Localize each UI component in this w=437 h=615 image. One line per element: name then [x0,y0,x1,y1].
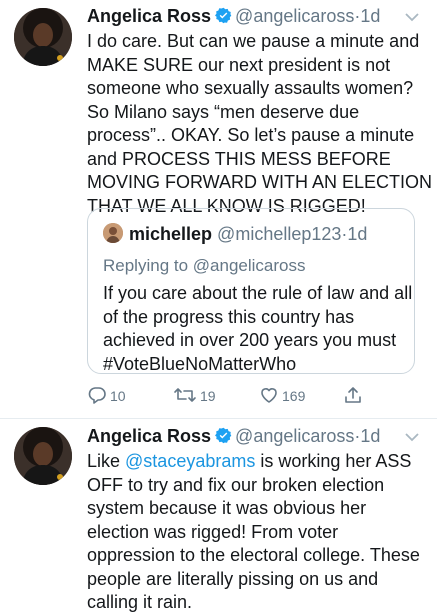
tweet-line: someone who sexually assaults women? [87,78,414,98]
tweet-line: oppression to the electoral college. The… [87,545,420,565]
chevron-down-icon[interactable] [403,428,421,446]
tweet-line: Like @staceyabrams is working her ASS [87,450,422,474]
avatar[interactable] [14,8,72,66]
tweet-2: Angelica Ross @angelicaross·1d Like @stac… [0,419,437,612]
avatar[interactable] [14,427,72,485]
retweet-count: 19 [200,388,216,404]
quoted-avatar [103,223,123,243]
quoted-author-handle[interactable]: @michellep123 [217,224,341,244]
like-count: 169 [282,388,306,404]
quoted-timestamp: 1d [347,224,368,244]
tweet-line: MOVING FORWARD WITH AN ELECTION [87,172,433,192]
tweet-line: OFF to try and fix our broken election [87,474,385,495]
tweet-line: election was rigged! From voter [87,521,339,542]
mention-link[interactable]: @staceyabrams [125,451,255,471]
hashtag: #VoteBlueNoMatterWho [103,353,297,374]
chevron-down-icon[interactable] [403,8,421,26]
share-button[interactable] [343,384,366,408]
timestamp[interactable]: 1d [360,426,380,446]
tweet-line: calling it rain. [87,592,193,612]
reply-button[interactable]: 10 [87,384,126,408]
tweet-line: So Milano says “men deserve due [87,101,360,122]
tweet-header: Angelica Ross @angelicaross·1d [87,4,380,28]
author-name[interactable]: Angelica Ross [87,6,211,26]
text-fragment: Like [87,451,126,471]
tweet-text: I do care. But can we pause a minute and… [87,30,433,218]
reply-icon [88,387,106,404]
quoted-line: of the progress this country has [103,306,355,327]
quoted-tweet[interactable]: michellep @michellep123·1d Replying to @… [87,208,415,374]
tweet-text: Like @staceyabrams is working her ASS OF… [87,450,422,615]
tweet-line: people are literally pissing on us and [87,568,379,589]
tweet-line: system because it was obvious her [87,498,367,518]
share-icon [345,387,361,403]
quoted-tweet-header: michellep @michellep123·1d [103,223,367,245]
text-fragment: is working her ASS [255,451,412,471]
author-handle[interactable]: @angelicaross [235,6,354,26]
quoted-line: If you care about the rule of law and al… [103,283,413,303]
verified-badge-icon [215,427,232,444]
quoted-line: achieved in over 200 years you must [103,330,397,350]
verified-badge-icon [215,7,232,24]
quoted-tweet-text: If you care about the rule of law and al… [103,282,413,376]
tweet-line: MAKE SURE our next president is not [87,54,391,75]
timestamp[interactable]: 1d [360,6,380,26]
tweet-1: Angelica Ross @angelicaross·1d I do care.… [0,0,437,418]
tweet-line: I do care. But can we pause a minute and [87,31,420,51]
replying-to-label: Replying to [103,256,189,275]
reply-count: 10 [110,388,126,404]
replying-to: Replying to @angelicaross [103,255,306,277]
replying-to-handle[interactable]: @angelicaross [193,256,306,275]
heart-icon [261,388,277,403]
tweet-line: process”.. OKAY. So let’s pause a minute [87,125,415,145]
quoted-author-name[interactable]: michellep [129,224,212,244]
author-name[interactable]: Angelica Ross [87,426,211,446]
author-handle[interactable]: @angelicaross [235,426,354,446]
avatar-image [14,8,72,66]
retweet-button[interactable]: 19 [173,384,216,408]
retweet-icon [174,388,196,402]
tweet-actions: 10 19 169 [87,384,427,408]
tweet-line: and PROCESS THIS MESS BEFORE [87,148,391,169]
tweet-header: Angelica Ross @angelicaross·1d [87,424,380,448]
avatar-image [14,427,72,485]
like-button[interactable]: 169 [259,384,305,408]
